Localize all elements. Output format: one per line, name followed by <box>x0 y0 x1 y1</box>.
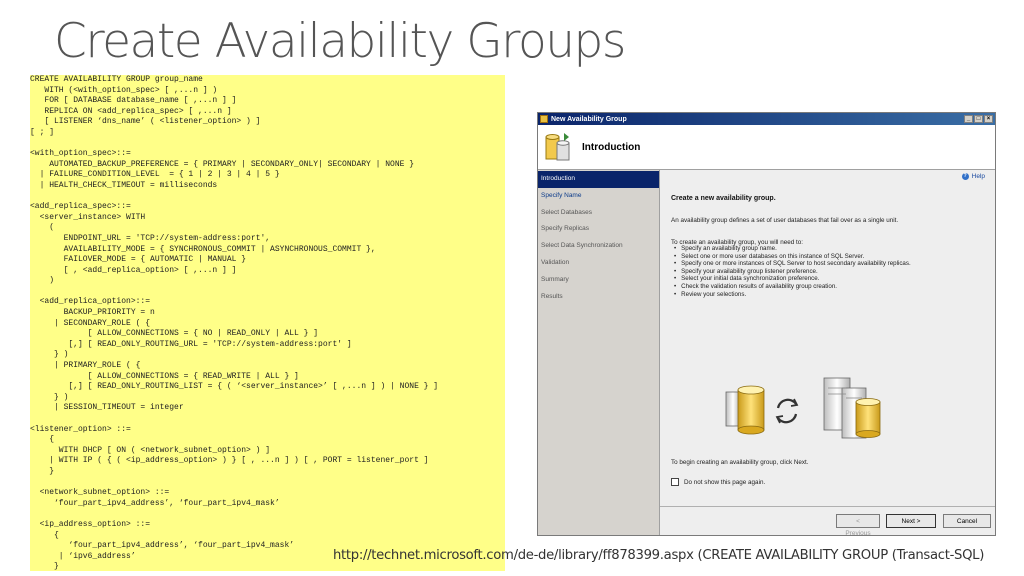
window-title: New Availability Group <box>551 115 627 123</box>
dont-show-again-option[interactable]: Do not show this page again. <box>671 478 765 486</box>
footer-divider <box>660 506 995 507</box>
new-availability-group-dialog: New Availability Group _ □ × Introductio… <box>537 112 996 537</box>
source-link[interactable]: http://technet.microsoft.com/de-de/libra… <box>333 548 984 563</box>
nav-item-select-data-synchronization[interactable]: Select Data Synchronization <box>538 238 659 255</box>
list-item: Check the validation results of availabi… <box>671 283 911 291</box>
list-item: Review your selections. <box>671 291 911 299</box>
nav-item-specify-name[interactable]: Specify Name <box>538 188 659 205</box>
wizard-nav: Introduction Specify Name Select Databas… <box>538 170 660 535</box>
server-cluster-icon <box>823 377 881 439</box>
nav-item-summary[interactable]: Summary <box>538 272 659 289</box>
maximize-icon[interactable]: □ <box>974 115 983 123</box>
close-icon[interactable]: × <box>984 115 993 123</box>
nav-item-validation[interactable]: Validation <box>538 255 659 272</box>
nav-item-results[interactable]: Results <box>538 289 659 306</box>
help-link[interactable]: ? Help <box>961 173 985 180</box>
list-item: Specify one or more instances of SQL Ser… <box>671 260 911 268</box>
help-icon: ? <box>961 173 969 180</box>
list-item: Specify your availability group listener… <box>671 268 911 276</box>
wizard-header: Introduction <box>538 125 995 170</box>
database-wizard-icon <box>545 133 570 161</box>
help-label: Help <box>971 173 985 180</box>
wizard-page-title: Introduction <box>582 141 641 153</box>
wizard-content: ? Help Create a new availability group. … <box>660 170 995 537</box>
list-item: Select your initial data synchronization… <box>671 275 911 283</box>
code-panel: CREATE AVAILABILITY GROUP group_name WIT… <box>30 75 505 571</box>
sql-syntax-code: CREATE AVAILABILITY GROUP group_name WIT… <box>30 75 439 571</box>
availability-group-illustration <box>725 377 881 439</box>
list-item: Select one or more user databases on thi… <box>671 253 911 261</box>
nav-item-specify-replicas[interactable]: Specify Replicas <box>538 221 659 238</box>
list-item: Specify an availability group name. <box>671 245 911 253</box>
nav-item-select-databases[interactable]: Select Databases <box>538 205 659 222</box>
database-icon <box>725 385 765 435</box>
cancel-button[interactable]: Cancel <box>943 514 991 528</box>
content-description: An availability group defines a set of u… <box>671 217 899 224</box>
previous-button[interactable]: < Previous <box>836 514 880 537</box>
dialog-titlebar[interactable]: New Availability Group _ □ × <box>538 113 995 125</box>
sync-icon <box>775 398 799 424</box>
next-hint: To begin creating an availability group,… <box>671 459 809 466</box>
minimize-icon[interactable]: _ <box>964 115 973 123</box>
nav-item-introduction[interactable]: Introduction <box>538 171 659 188</box>
dont-show-again-checkbox[interactable] <box>671 478 679 486</box>
app-icon <box>540 115 548 123</box>
content-heading: Create a new availability group. <box>671 195 776 202</box>
slide-title: Create Availability Groups <box>54 14 626 69</box>
checkbox-label: Do not show this page again. <box>684 478 766 486</box>
window-controls: _ □ × <box>963 115 993 123</box>
next-button[interactable]: Next > <box>886 514 936 528</box>
steps-list: Specify an availability group name. Sele… <box>671 245 911 298</box>
